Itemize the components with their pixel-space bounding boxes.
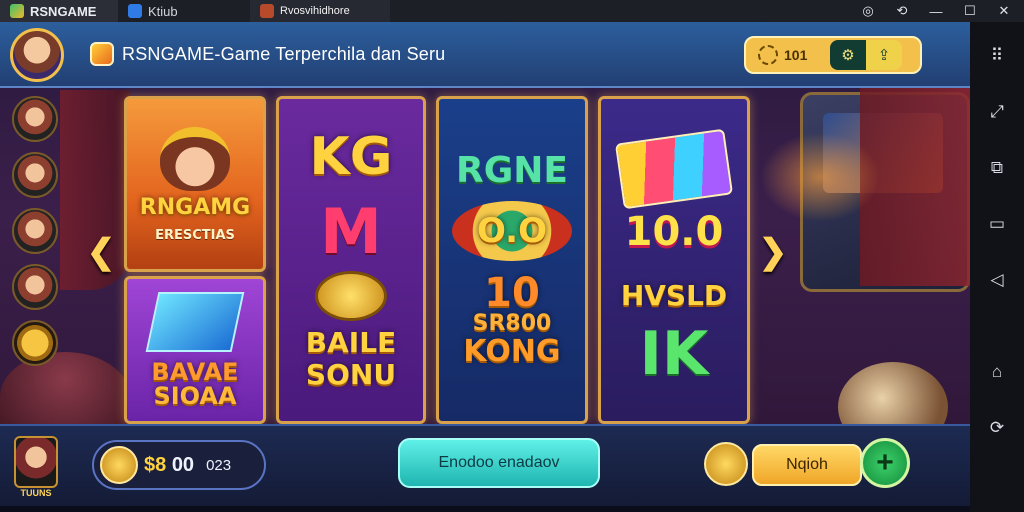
bottom-edge (0, 506, 970, 512)
coin-art (315, 271, 387, 321)
emulator-sidebar: ⠿ ⤢ ⧉ ▭ ◁ ⌂ ⟳ (970, 22, 1024, 512)
add-button[interactable]: + (860, 438, 910, 488)
tab-rsngame[interactable]: RSNGAME (0, 0, 118, 22)
player-avatar[interactable] (14, 436, 58, 488)
card-bottom-text: KONG (463, 334, 561, 369)
app-icon (10, 4, 24, 18)
window-icon[interactable]: ▭ (983, 210, 1011, 238)
tab-label: Ktiub (148, 3, 178, 19)
gem-art (145, 292, 245, 352)
chevron-right-icon[interactable]: ❯ (759, 233, 788, 271)
secondary-button[interactable]: Nqioh (752, 444, 862, 486)
settings-icon[interactable]: ⚙ (830, 40, 866, 70)
coin-count: 101 (784, 47, 808, 63)
game-logo-icon (90, 42, 114, 66)
maximize-icon[interactable]: ☐ (962, 3, 978, 19)
playing-cards-art (614, 128, 734, 210)
card-number: 10.0 (624, 209, 724, 255)
game-thumb-icon (260, 4, 274, 18)
badge-art: O.O (452, 201, 572, 261)
game-card-rngamg[interactable]: RNGAMG ERESCTIAS (124, 96, 266, 272)
share-icon[interactable]: ⟲ (894, 3, 910, 19)
card-subtitle: ERESCTIAS (155, 227, 235, 243)
balance-value: $8 00 (144, 454, 194, 477)
character-avatar[interactable] (12, 152, 58, 198)
grid-menu-icon[interactable]: ⠿ (983, 42, 1011, 70)
close-icon[interactable]: ✕ (996, 3, 1012, 19)
page-title: RSNGAME-Game Terperchila dan Seru (122, 44, 446, 64)
top-header: RSNGAME-Game Terperchila dan Seru 101 ⚙ … (0, 22, 970, 88)
character-avatar[interactable] (12, 96, 58, 142)
coin-icon (100, 446, 138, 484)
balance-display: $8 00 023 (92, 440, 266, 490)
card-mid-text: M (320, 195, 382, 268)
card-top-text: KG (309, 127, 393, 187)
screenshot-icon[interactable]: ⧉ (983, 154, 1011, 182)
card-mid-text: HVSLD (620, 279, 728, 312)
resize-icon[interactable]: ⤢ (983, 98, 1011, 126)
card-top-text: RGNE (456, 150, 568, 191)
coin-icon (758, 45, 778, 65)
glow-art (760, 132, 880, 222)
play-button[interactable]: Enodoo enadaov (398, 438, 600, 488)
card-title: RNGAMG (139, 194, 251, 220)
character-avatar[interactable] (12, 208, 58, 254)
card-bottom-text: BAILE (305, 326, 397, 359)
window-controls: ◎ ⟲ — ☐ ✕ (860, 3, 1024, 19)
chevron-left-icon[interactable]: ❮ (87, 233, 116, 271)
card-number: 10 (484, 270, 540, 316)
tab-label: RSNGAME (30, 3, 97, 19)
tab-label: Rvosvihidhore (280, 5, 350, 17)
instagram-icon[interactable]: ◎ (860, 3, 876, 19)
card-mid-text: SR800 (472, 311, 552, 336)
card-bottom-text-2: SONU (305, 358, 397, 391)
share-button[interactable]: ⇪ (866, 40, 902, 70)
rotate-icon[interactable]: ⟳ (983, 414, 1011, 442)
card-title: BAVAE (151, 358, 239, 386)
minimize-icon[interactable]: — (928, 4, 944, 19)
back-icon[interactable]: ◁ (983, 266, 1011, 294)
avatar[interactable] (10, 28, 64, 82)
balance-symbol: $8 (144, 453, 167, 476)
window-titlebar: RSNGAME Ktiub Rvosvihidhore ◎ ⟲ — ☐ ✕ (0, 0, 1024, 22)
coin-avatar[interactable] (12, 320, 58, 366)
bottom-bar: TUUNS $8 00 023 Enodoo enadaov Nqioh + (0, 424, 970, 512)
home-icon[interactable]: ⌂ (983, 358, 1011, 386)
balance-sub: 023 (206, 456, 232, 474)
tab-rvosvihidhore[interactable]: Rvosvihidhore (250, 0, 390, 22)
queen-art (160, 126, 230, 191)
card-subtitle: SIOAA (153, 382, 237, 410)
card-bottom-text: IK (639, 319, 709, 389)
tab-ktiub[interactable]: Ktiub (118, 0, 250, 22)
store-icon (128, 4, 142, 18)
coin-balance-pill: 101 ⚙ ⇪ (744, 36, 922, 74)
balance-amount: 00 (171, 453, 195, 476)
character-avatar[interactable] (12, 264, 58, 310)
game-app: RSNGAME-Game Terperchila dan Seru 101 ⚙ … (0, 22, 970, 512)
coin-button[interactable] (704, 442, 748, 486)
game-card-kg[interactable]: KG M BAILE SONU (276, 96, 426, 424)
game-card-hvsld[interactable]: 10.0 HVSLD IK (598, 96, 750, 424)
badge-text: O.O (477, 211, 547, 251)
game-card-rgne[interactable]: RGNE O.O 10 SR800 KONG (436, 96, 588, 424)
game-card-bavae[interactable]: BAVAE SIOAA (124, 276, 266, 424)
character-list (12, 96, 64, 366)
player-label: TUUNS (20, 488, 52, 498)
